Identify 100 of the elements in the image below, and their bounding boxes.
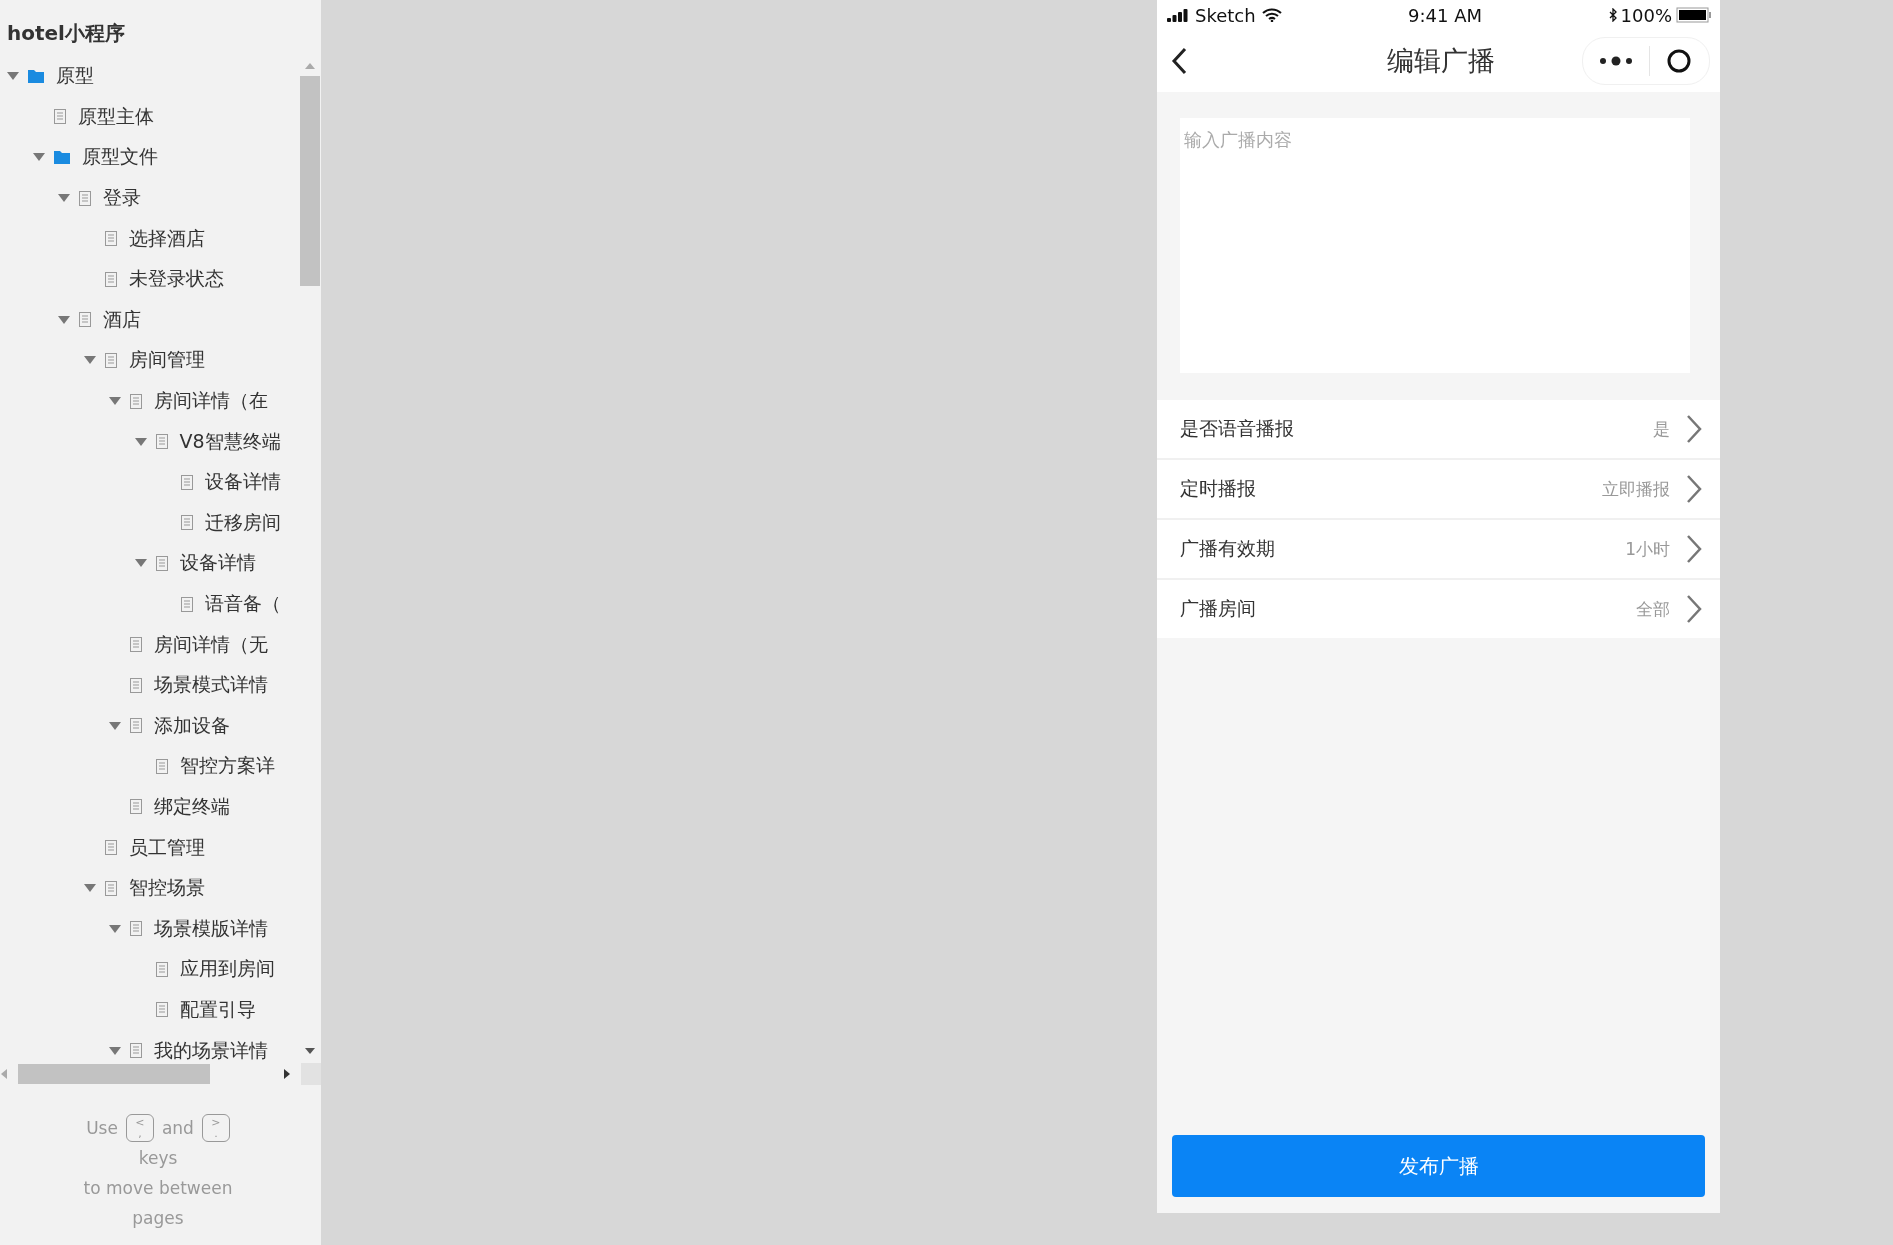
tree-item[interactable]: 语音备（ [0, 583, 300, 625]
tree-item-label: 设备详情 [205, 469, 281, 495]
hint-text: pages [132, 1207, 184, 1230]
tree-item[interactable]: 智控方案详 [0, 746, 300, 787]
expand-arrow-icon[interactable] [58, 314, 70, 325]
tree-item[interactable]: 添加设备 [0, 705, 300, 747]
tree-item[interactable]: 原型主体 [0, 96, 300, 138]
setting-label: 定时播报 [1180, 476, 1257, 501]
tree-item[interactable]: 员工管理 [0, 827, 300, 868]
tree-item-label: 配置引导 [179, 996, 256, 1022]
tree-item[interactable]: V8智慧终端 [0, 421, 300, 462]
scrollbar-thumb[interactable] [300, 76, 320, 286]
capsule-menu[interactable] [1582, 37, 1710, 85]
tree-item[interactable]: 绑定终端 [0, 786, 300, 828]
tree-item-label: 登录 [103, 185, 141, 211]
tree-item-label: 智控场景 [128, 875, 205, 901]
tree-item[interactable]: 场景模版详情 [0, 908, 300, 950]
content-field[interactable]: 输入广播内容 [1180, 118, 1690, 373]
tree-item[interactable]: 智控场景 [0, 867, 300, 909]
clock-text: 9:41 AM [1408, 4, 1483, 26]
page-icon [104, 352, 117, 368]
more-icon[interactable] [1599, 56, 1633, 66]
page-icon [155, 758, 168, 774]
bluetooth-icon [1608, 8, 1617, 22]
close-icon[interactable] [1666, 48, 1692, 74]
tree-item-label: 场景模式详情 [154, 672, 268, 698]
setting-label: 是否语音播报 [1180, 416, 1295, 441]
scroll-down-icon[interactable] [305, 1047, 315, 1055]
expand-arrow-icon[interactable] [109, 1045, 121, 1056]
tree-item-label: 绑定终端 [154, 794, 230, 819]
expand-arrow-icon[interactable] [58, 193, 70, 204]
page-icon [130, 921, 142, 937]
page-icon [104, 880, 117, 896]
setting-value: 全部 [1636, 597, 1670, 621]
page-icon [130, 1043, 142, 1059]
expand-arrow-icon[interactable] [83, 883, 96, 894]
settings-row[interactable]: 定时播报 立即播报 [1157, 460, 1720, 518]
expand-arrow-icon[interactable] [134, 558, 147, 569]
back-icon[interactable] [1171, 47, 1187, 75]
hint-text: to move between [83, 1177, 233, 1200]
scroll-right-icon[interactable] [283, 1069, 291, 1079]
tree-item[interactable]: 迁移房间 [0, 502, 300, 544]
hint-text: Use [86, 1117, 118, 1140]
tree-item[interactable]: 应用到房间 [0, 949, 300, 990]
page-icon [181, 515, 193, 531]
tree-item-label: 设备详情 [179, 550, 256, 576]
page-icon [130, 718, 142, 734]
chevron-right-icon [1686, 414, 1702, 444]
tree-item-label: 原型 [56, 63, 94, 89]
tree-item[interactable]: 原型文件 [0, 137, 300, 178]
tree-item[interactable]: 未登录状态 [0, 258, 300, 300]
page-icon [104, 271, 117, 287]
tree-item-label: V8智慧终端 [179, 428, 281, 454]
tree-item-label: 员工管理 [128, 834, 205, 860]
page-icon [155, 434, 168, 450]
publish-button[interactable]: 发布广播 [1172, 1135, 1705, 1197]
tree-item-label: 房间详情（在 [154, 388, 268, 414]
expand-arrow-icon[interactable] [109, 720, 121, 731]
tree-item[interactable]: 登录 [0, 177, 300, 219]
page-icon [130, 677, 142, 693]
scroll-left-icon[interactable] [0, 1069, 8, 1079]
tree-item[interactable]: 酒店 [0, 299, 300, 341]
tree-item-label: 应用到房间 [179, 956, 275, 982]
tree-item[interactable]: 场景模式详情 [0, 664, 300, 706]
tree-item[interactable]: 配置引导 [0, 989, 300, 1031]
chevron-right-icon [1686, 594, 1702, 624]
tree-item-label: 酒店 [103, 306, 141, 332]
scrollbar[interactable] [0, 1063, 321, 1085]
settings-row[interactable]: 广播房间 全部 [1157, 580, 1720, 638]
page-icon [104, 840, 117, 856]
tree-item[interactable]: 设备详情 [0, 461, 300, 503]
settings-row[interactable]: 广播有效期 1小时 [1157, 520, 1720, 578]
tree-item[interactable]: 选择酒店 [0, 218, 300, 259]
page-icon [79, 312, 91, 328]
expand-arrow-icon[interactable] [83, 355, 96, 366]
expand-arrow-icon[interactable] [134, 436, 147, 447]
tree-item-label: 未登录状态 [128, 266, 224, 292]
folder-icon [53, 150, 70, 165]
tree-item[interactable]: 我的场景详情 [0, 1030, 300, 1063]
tree-item[interactable]: 房间详情（无 [0, 624, 300, 665]
project-title: hotel小程序 [6, 20, 126, 47]
expand-arrow-icon[interactable] [32, 152, 45, 163]
tree-item[interactable]: 房间管理 [0, 340, 300, 381]
expand-arrow-icon[interactable] [109, 923, 121, 934]
expand-arrow-icon[interactable] [109, 396, 121, 407]
settings-row[interactable]: 是否语音播报 是 [1157, 400, 1720, 458]
tree-item-label: 房间详情（无 [154, 631, 268, 657]
page-icon [155, 1002, 168, 1018]
tree-item[interactable]: 房间详情（在 [0, 380, 300, 422]
setting-value: 立即播报 [1602, 477, 1670, 501]
scrollbar-thumb[interactable] [18, 1064, 210, 1084]
tree-item-label: 智控方案详 [179, 753, 275, 779]
chevron-right-icon [1686, 474, 1702, 504]
tree-item-label: 原型主体 [77, 103, 154, 129]
scroll-up-icon[interactable] [305, 62, 315, 70]
battery-icon [1676, 7, 1712, 23]
tree-item[interactable]: 原型 [0, 56, 300, 97]
tree-item-label: 房间管理 [128, 347, 205, 373]
tree-item[interactable]: 设备详情 [0, 543, 300, 584]
expand-arrow-icon[interactable] [7, 71, 19, 82]
